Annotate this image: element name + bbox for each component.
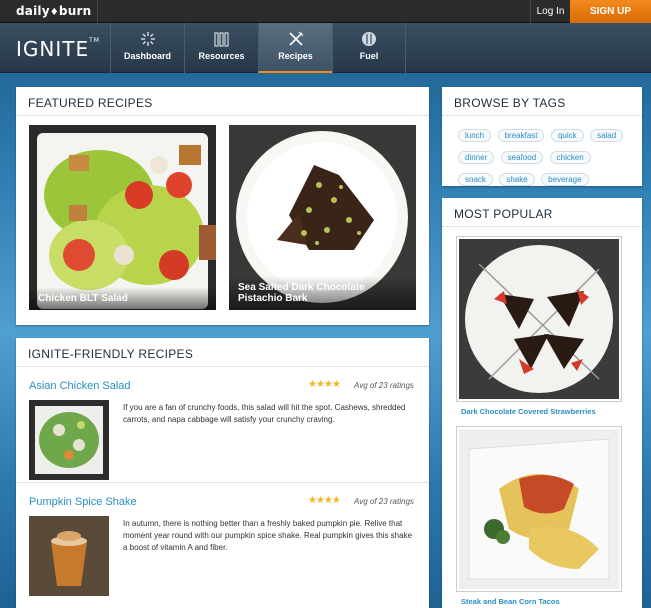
tag-lunch[interactable]: lunch (458, 129, 492, 142)
nav-item-fuel[interactable]: Fuel (332, 23, 406, 73)
nav-label: Fuel (359, 51, 379, 61)
recipe-thumbnail[interactable] (29, 400, 109, 480)
featured-card-chicken-blt[interactable]: Chicken BLT Salad (29, 125, 216, 310)
most-popular-panel: MOST POPULAR Dark Chocolate Covered Stra… (442, 198, 642, 608)
divider (97, 0, 98, 23)
recipe-description: If you are a fan of crunchy foods, this … (123, 403, 406, 424)
recipe-item: Pumpkin Spice Shake ★★★★ Avg of 23 ratin… (16, 484, 429, 599)
salad-thumb-photo (29, 400, 109, 480)
rating-stars-icon: ★★★★ (308, 495, 341, 506)
ignite-logo[interactable]: IGNITETM (16, 37, 100, 61)
tag-seafood[interactable]: seafood (500, 151, 544, 164)
featured-caption: Chicken BLT Salad (29, 287, 216, 310)
tag-list: lunch breakfast quick salad dinner seafo… (442, 116, 642, 191)
salad-photo (37, 133, 216, 309)
top-bar: daily♦burn Log In SIGN UP (0, 0, 651, 23)
main-nav: IGNITETM Dashboard Resources Recipes Fue… (0, 23, 651, 73)
rating-stars-icon: ★★★★ (308, 379, 341, 390)
rating-count: Avg of 23 ratings (354, 381, 414, 390)
tag-breakfast[interactable]: breakfast (497, 129, 545, 142)
tag-chicken[interactable]: chicken (549, 151, 591, 164)
recipe-title-link[interactable]: Pumpkin Spice Shake (29, 496, 137, 508)
login-link[interactable]: Log In (530, 0, 570, 23)
dailyburn-logo[interactable]: daily♦burn (16, 4, 91, 18)
tag-quick[interactable]: quick (550, 129, 584, 142)
tag-snack[interactable]: snack (458, 173, 493, 186)
books-icon (213, 32, 229, 47)
plate-icon (362, 32, 376, 46)
popular-thumbnail[interactable] (456, 236, 622, 402)
recipe-thumbnail[interactable] (29, 516, 109, 596)
nav-label: Resources (198, 51, 245, 61)
signup-button[interactable]: SIGN UP (570, 0, 651, 23)
nav-item-resources[interactable]: Resources (184, 23, 258, 73)
featured-caption: Sea Salted Dark Chocolate Pistachio Bark (229, 276, 416, 310)
featured-recipes-panel: FEATURED RECIPES Chicken BLT Salad Sea S… (16, 87, 429, 325)
utensils-icon (288, 31, 303, 46)
ignite-friendly-panel: IGNITE-FRIENDLY RECIPES Asian Chicken Sa… (16, 338, 429, 608)
recipe-title-link[interactable]: Asian Chicken Salad (29, 380, 131, 392)
tags-heading: BROWSE BY TAGS (442, 87, 642, 116)
featured-card-chocolate-bark[interactable]: Sea Salted Dark Chocolate Pistachio Bark (229, 125, 416, 310)
popular-caption-link[interactable]: Steak and Bean Corn Tacos (461, 597, 560, 606)
friendly-heading: IGNITE-FRIENDLY RECIPES (16, 338, 429, 367)
nav-label: Dashboard (123, 51, 171, 61)
strawberries-photo (459, 239, 619, 399)
tag-beverage[interactable]: beverage (541, 173, 589, 186)
tag-dinner[interactable]: dinner (458, 151, 495, 164)
nav-label: Recipes (278, 51, 313, 61)
featured-heading: FEATURED RECIPES (16, 87, 429, 116)
popular-heading: MOST POPULAR (442, 198, 642, 227)
recipe-description: In autumn, there is nothing better than … (123, 519, 413, 552)
browse-tags-panel: BROWSE BY TAGS lunch breakfast quick sal… (442, 87, 642, 186)
tag-salad[interactable]: salad (590, 129, 624, 142)
popular-caption-link[interactable]: Dark Chocolate Covered Strawberries (461, 407, 596, 416)
flame-icon: ♦ (49, 7, 59, 18)
nav-item-dashboard[interactable]: Dashboard (110, 23, 184, 73)
nav-item-recipes[interactable]: Recipes (258, 23, 332, 73)
tacos-photo (459, 429, 619, 589)
rating-count: Avg of 23 ratings (354, 497, 414, 506)
popular-thumbnail[interactable] (456, 426, 622, 592)
tag-shake[interactable]: shake (499, 173, 535, 186)
recipe-item: Asian Chicken Salad ★★★★ Avg of 23 ratin… (16, 368, 429, 483)
shake-thumb-photo (29, 516, 109, 596)
sunburst-icon (140, 32, 155, 46)
